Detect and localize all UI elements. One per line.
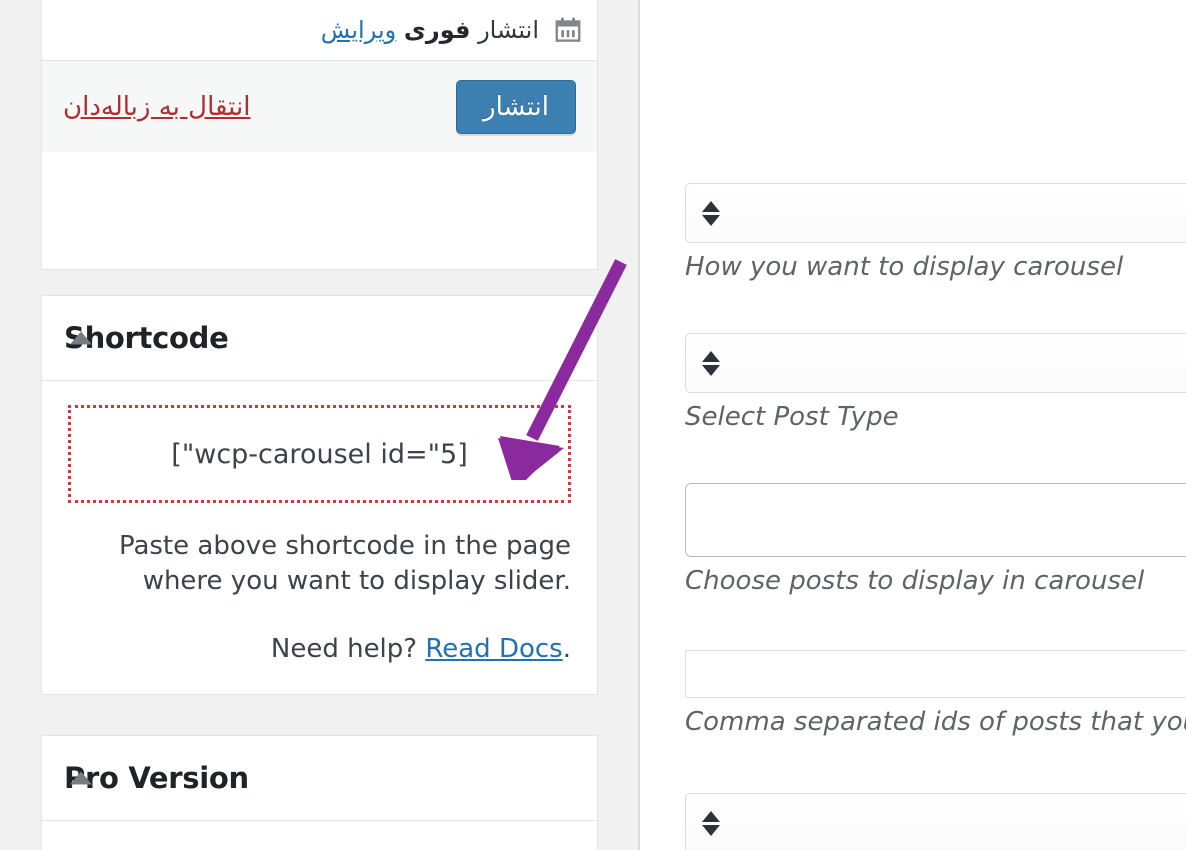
pro-version-text: Upgrade to premium version and unlock th… [68, 845, 571, 850]
shortcode-postbox: Shortcode ["wcp-carousel id="5] Paste ab… [41, 295, 598, 695]
calendar-icon [553, 15, 583, 45]
chevron-updown-icon [702, 196, 720, 230]
admin-screen: نمایانی: عمومی ویرایش [0, 0, 1186, 850]
sidebar-column: نمایانی: عمومی ویرایش [0, 0, 640, 850]
publish-misc-actions: نمایانی: عمومی ویرایش [42, 0, 597, 60]
pro-version-header: Pro Version [42, 736, 597, 821]
move-to-trash-link[interactable]: انتقال به زباله‌دان [63, 92, 250, 122]
display-type-select[interactable] [685, 183, 1186, 243]
schedule-label: انتشار [478, 16, 539, 44]
shortcode-instruction: Paste above shortcode in the page where … [118, 531, 571, 597]
triangle-up-icon[interactable] [70, 331, 92, 345]
schedule-row: انتشار فوری ویرایش [56, 0, 583, 60]
chevron-updown-icon [702, 346, 720, 380]
field-group-extra-select [685, 793, 1186, 850]
read-docs-link[interactable]: Read Docs [425, 634, 562, 664]
pro-version-postbox: Pro Version Upgrade to premium version a… [41, 735, 598, 850]
main-form-column: How you want to display carousel Select … [640, 0, 1186, 850]
display-type-description: How you want to display carousel [685, 252, 1124, 282]
post-type-description: Select Post Type [685, 402, 899, 432]
pro-version-body: Upgrade to premium version and unlock th… [42, 821, 597, 850]
shortcode-body: ["wcp-carousel id="5] Paste above shortc… [42, 381, 597, 667]
publish-major-actions: انتشار انتقال به زباله‌دان [42, 60, 597, 152]
shortcode-value: ["wcp-carousel id="5] [171, 438, 468, 470]
field-group-display-type: How you want to display carousel [685, 183, 1186, 283]
triangle-up-icon[interactable] [70, 771, 92, 785]
shortcode-field[interactable]: ["wcp-carousel id="5] [68, 405, 571, 503]
chevron-updown-icon [702, 806, 720, 840]
field-group-exclude-ids: Comma separated ids of posts that you do… [685, 650, 1186, 738]
shortcode-header: Shortcode [42, 296, 597, 381]
choose-posts-input[interactable] [685, 483, 1186, 557]
extra-select[interactable] [685, 793, 1186, 850]
schedule-edit-link[interactable]: ویرایش [321, 16, 396, 44]
publish-postbox: نمایانی: عمومی ویرایش [41, 0, 598, 270]
shortcode-help-line: Need help? Read Docs. [68, 632, 571, 667]
exclude-ids-description: Comma separated ids of posts that you do… [685, 707, 1186, 737]
help-prefix-text: Need help? [270, 633, 418, 664]
choose-posts-description: Choose posts to display in carousel [685, 566, 1145, 596]
exclude-ids-input[interactable] [685, 650, 1186, 698]
schedule-text: انتشار فوری ویرایش [321, 18, 539, 42]
publish-button[interactable]: انتشار [456, 79, 576, 134]
field-group-choose-posts: Choose posts to display in carousel [685, 483, 1186, 597]
post-type-select[interactable] [685, 333, 1186, 393]
field-group-post-type: Select Post Type [685, 333, 1186, 433]
schedule-value: فوری [403, 16, 471, 44]
help-suffix-text: . [562, 633, 571, 664]
